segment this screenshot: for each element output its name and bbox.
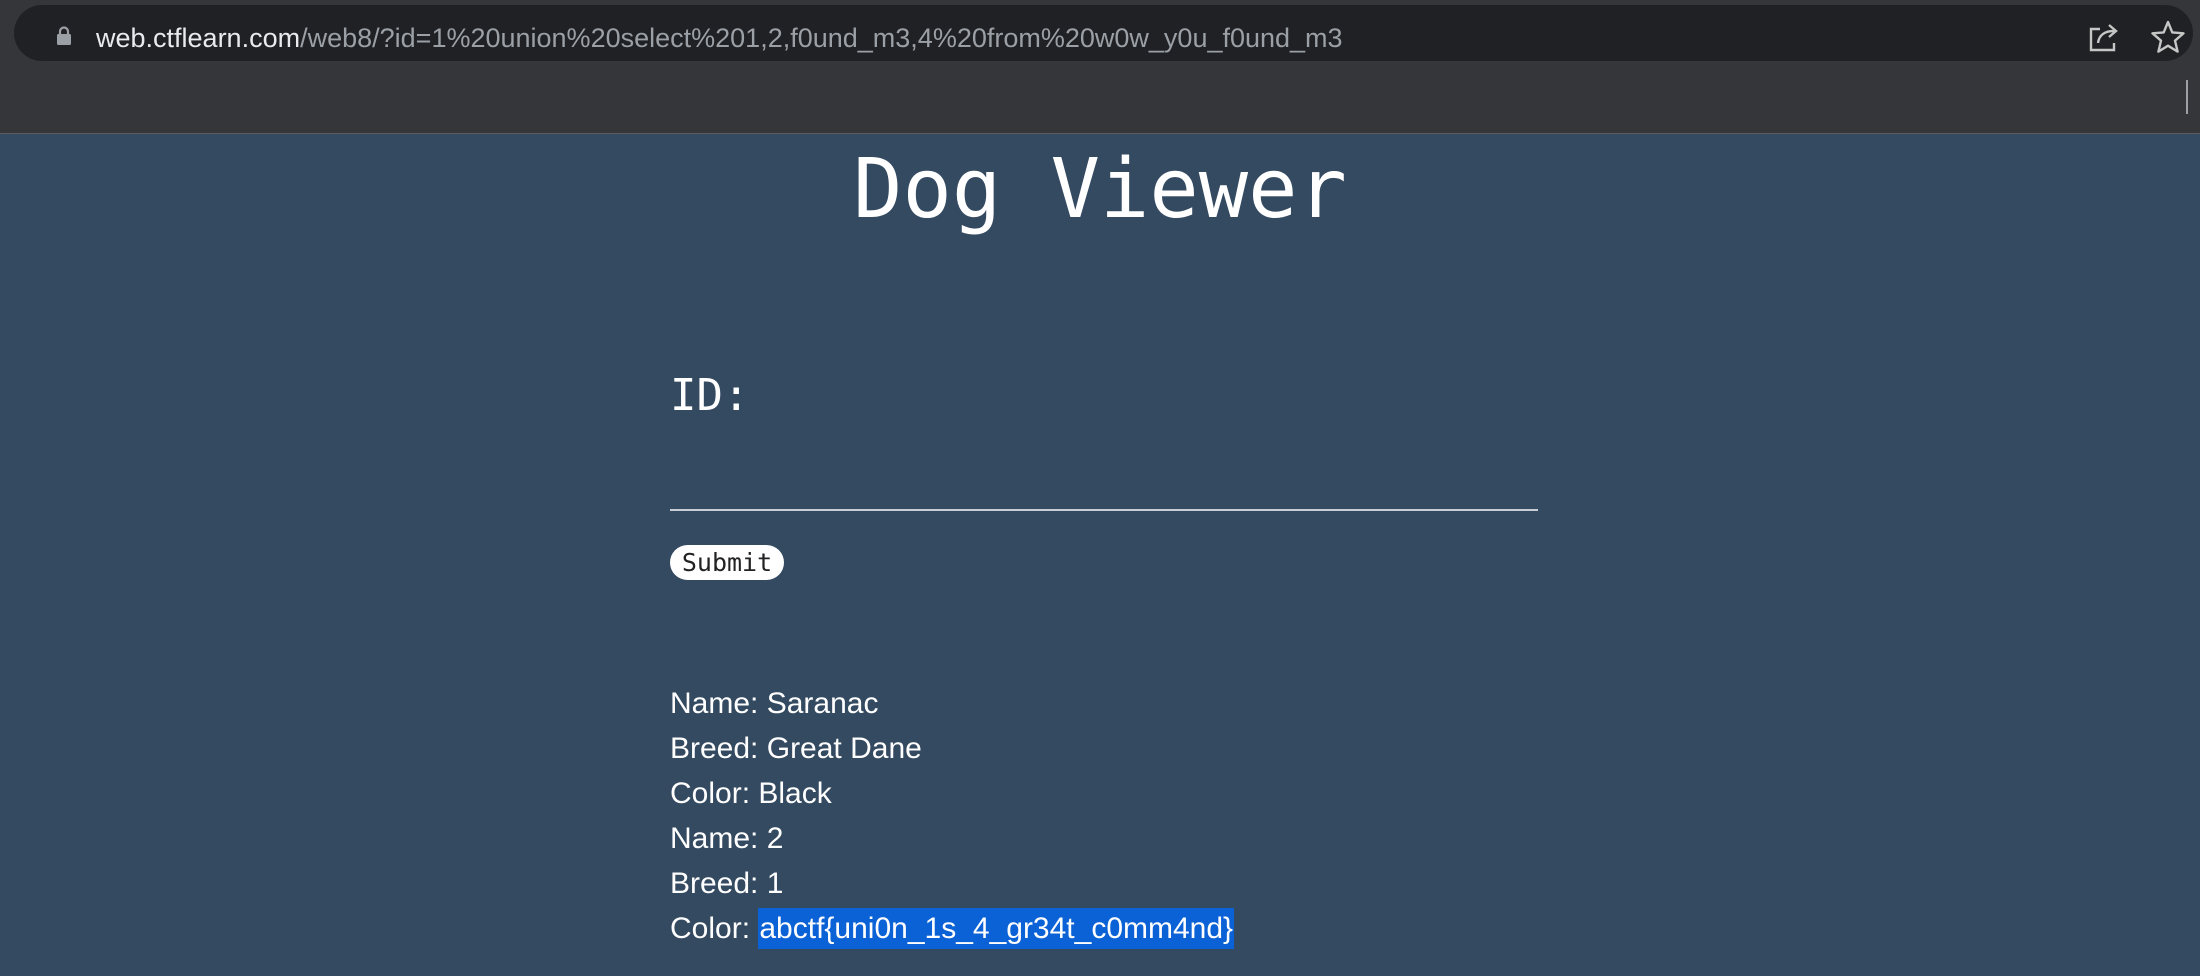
address-bar[interactable]: web.ctflearn.com/web8/?id=1%20union%20se… — [14, 5, 2193, 61]
result-value: Black — [758, 777, 832, 810]
browser-chrome: web.ctflearn.com/web8/?id=1%20union%20se… — [0, 0, 2200, 134]
id-input[interactable] — [670, 455, 1538, 511]
result-color-line: Color: Black — [670, 771, 1234, 816]
result-name-line: Name: 2 — [670, 816, 1234, 861]
result-value: Great Dane — [766, 732, 922, 765]
result-label: Color: — [670, 777, 751, 810]
url-text[interactable]: web.ctflearn.com/web8/?id=1%20union%20se… — [96, 21, 1343, 55]
toolbar-divider — [2186, 80, 2188, 114]
result-breed-line: Breed: 1 — [670, 861, 1234, 906]
flag-value-selected[interactable]: abctf{uni0n_1s_4_gr34t_c0mm4nd} — [758, 908, 1235, 949]
result-value: Saranac — [766, 687, 879, 720]
result-breed-line: Breed: Great Dane — [670, 726, 1234, 771]
result-label: Name: — [670, 822, 759, 855]
result-label: Color: — [670, 912, 751, 945]
url-path: /web8/?id=1%20union%20select%201,2,f0und… — [300, 23, 1343, 53]
url-host: web.ctflearn.com — [96, 23, 301, 53]
result-label: Breed: — [670, 732, 759, 765]
result-color-line: Color: abctf{uni0n_1s_4_gr34t_c0mm4nd} — [670, 906, 1235, 951]
results-list: Name: Saranac Breed: Great Dane Color: B… — [670, 681, 1235, 951]
submit-button[interactable]: Submit — [670, 545, 784, 580]
lock-icon[interactable] — [56, 26, 72, 46]
id-label: ID: — [670, 370, 750, 421]
result-value: 2 — [766, 822, 784, 855]
result-label: Name: — [670, 687, 759, 720]
star-icon[interactable] — [2150, 19, 2186, 55]
result-name-line: Name: Saranac — [670, 681, 1234, 726]
share-icon[interactable] — [2087, 20, 2121, 54]
result-value: 1 — [766, 867, 784, 900]
result-label: Breed: — [670, 867, 759, 900]
page-title: Dog Viewer — [853, 142, 1347, 237]
